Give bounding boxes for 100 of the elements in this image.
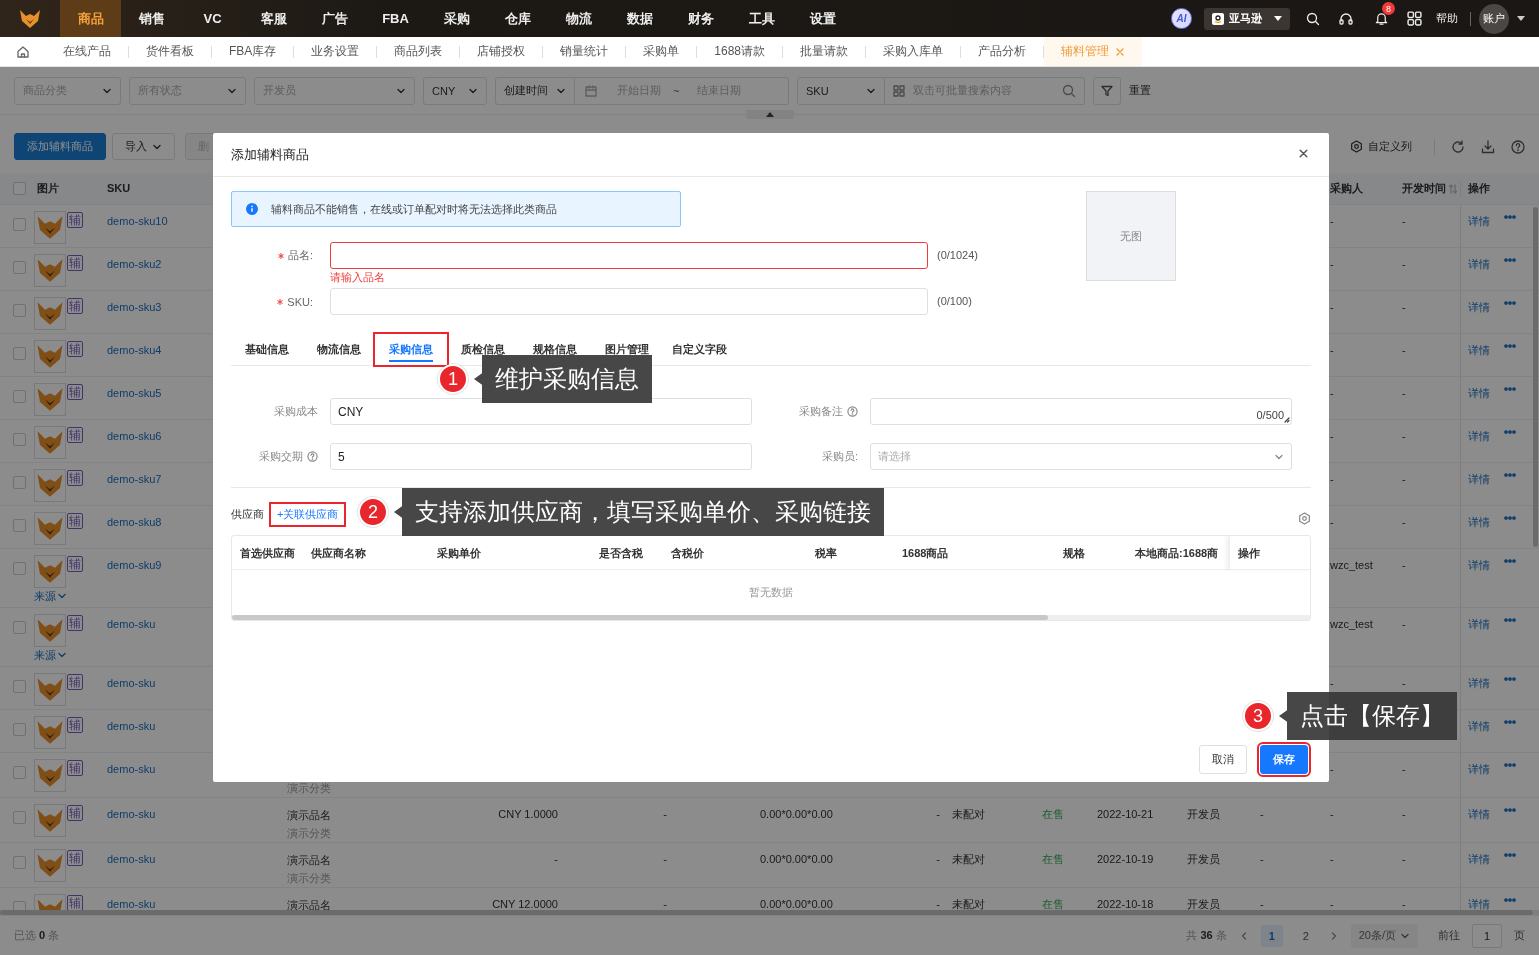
refresh-icon[interactable]	[1451, 139, 1465, 154]
row-checkbox[interactable]	[13, 856, 26, 869]
details-link[interactable]: 详情	[1468, 761, 1490, 778]
row-checkbox[interactable]	[13, 680, 26, 693]
sku-link[interactable]: demo-sku	[107, 677, 156, 689]
collapse-button[interactable]	[746, 110, 794, 119]
page-tab[interactable]: 销量统计	[543, 37, 626, 66]
details-link[interactable]: 详情	[1468, 342, 1490, 359]
details-link[interactable]: 详情	[1468, 428, 1490, 445]
more-icon[interactable]	[1504, 473, 1516, 477]
page-tab[interactable]: 产品分析	[961, 37, 1044, 66]
sku-link[interactable]: demo-sku	[107, 808, 156, 820]
page-tab[interactable]: 采购单	[626, 37, 697, 66]
caret-down-icon[interactable]	[1517, 15, 1525, 22]
more-icon[interactable]	[1504, 618, 1516, 622]
sku-link[interactable]: demo-sku8	[107, 516, 162, 528]
more-icon[interactable]	[1504, 898, 1516, 902]
nav-menu-item[interactable]: 商品	[60, 0, 121, 37]
sku-link[interactable]: demo-sku	[107, 763, 156, 775]
sku-link[interactable]: demo-sku6	[107, 430, 162, 442]
ai-button[interactable]: AI	[1171, 8, 1192, 29]
page-tab[interactable]: 辅料管理	[1044, 37, 1143, 66]
page-tab[interactable]: 在线产品	[46, 37, 128, 66]
sku-link[interactable]: demo-sku	[107, 720, 156, 732]
add-supplier-link[interactable]: +关联供应商	[269, 502, 347, 527]
close-icon[interactable]	[1298, 148, 1309, 159]
details-link[interactable]: 详情	[1468, 385, 1490, 402]
row-checkbox[interactable]	[13, 304, 26, 317]
bell-icon[interactable]	[1374, 11, 1389, 26]
search-icon[interactable]	[1306, 11, 1320, 26]
more-icon[interactable]	[1504, 720, 1516, 724]
more-icon[interactable]	[1504, 258, 1516, 262]
sku-link[interactable]: demo-sku	[107, 853, 156, 865]
date-type-select[interactable]: 创建时间	[495, 76, 575, 105]
platform-select[interactable]: 亚马逊	[1204, 7, 1290, 30]
form-tab[interactable]: 自定义字段	[663, 334, 735, 365]
page-tab[interactable]: FBA库存	[212, 37, 294, 66]
details-link[interactable]: 详情	[1468, 514, 1490, 531]
row-checkbox[interactable]	[13, 562, 26, 575]
details-link[interactable]: 详情	[1468, 213, 1490, 230]
source-link[interactable]: 来源	[34, 647, 100, 663]
more-icon[interactable]	[1504, 387, 1516, 391]
details-link[interactable]: 详情	[1468, 471, 1490, 488]
row-checkbox[interactable]	[13, 476, 26, 489]
more-icon[interactable]	[1504, 301, 1516, 305]
page-tab[interactable]: 1688请款	[697, 37, 783, 66]
scrollbar-thumb[interactable]	[1533, 207, 1538, 547]
import-button[interactable]: 导入	[112, 133, 175, 160]
row-checkbox[interactable]	[13, 723, 26, 736]
details-link[interactable]: 详情	[1468, 675, 1490, 692]
page-button[interactable]: 1	[1260, 924, 1283, 947]
row-checkbox[interactable]	[13, 218, 26, 231]
apps-grid-icon[interactable]	[1407, 11, 1422, 26]
home-icon[interactable]	[16, 44, 30, 59]
sku-link[interactable]: demo-sku	[107, 898, 156, 910]
more-icon[interactable]	[1504, 344, 1516, 348]
row-checkbox[interactable]	[13, 261, 26, 274]
row-checkbox[interactable]	[13, 621, 26, 634]
row-checkbox[interactable]	[13, 766, 26, 779]
cancel-button[interactable]: 取消	[1199, 745, 1247, 774]
row-checkbox[interactable]	[13, 390, 26, 403]
more-icon[interactable]	[1504, 215, 1516, 219]
details-link[interactable]: 详情	[1468, 806, 1490, 823]
help-icon[interactable]	[1511, 139, 1525, 154]
details-link[interactable]: 详情	[1468, 616, 1490, 633]
page-tab[interactable]: 业务设置	[294, 37, 377, 66]
page-button[interactable]: 2	[1294, 924, 1317, 947]
help-link[interactable]: 帮助	[1436, 11, 1458, 26]
download-icon[interactable]	[1481, 139, 1495, 154]
sku-link[interactable]: demo-sku10	[107, 215, 168, 227]
details-link[interactable]: 详情	[1468, 851, 1490, 868]
sku-link[interactable]: demo-sku	[107, 618, 156, 630]
more-icon[interactable]	[1504, 763, 1516, 767]
page-input[interactable]: 1	[1472, 923, 1502, 948]
page-tab[interactable]: 采购入库单	[866, 37, 961, 66]
nav-menu-item[interactable]: VC	[182, 0, 243, 37]
text-field[interactable]	[330, 242, 928, 269]
more-icon[interactable]	[1504, 559, 1516, 563]
details-link[interactable]: 详情	[1468, 557, 1490, 574]
sku-link[interactable]: demo-sku9	[107, 559, 162, 571]
select-all-checkbox[interactable]	[13, 182, 26, 195]
headset-icon[interactable]	[1338, 10, 1354, 27]
nav-menu-item[interactable]: 财务	[670, 0, 731, 37]
form-tab[interactable]: 基础信息	[231, 334, 303, 365]
account-avatar[interactable]: 账户	[1479, 3, 1509, 34]
more-icon[interactable]	[1504, 808, 1516, 812]
nav-menu-item[interactable]: 数据	[609, 0, 670, 37]
page-tab[interactable]: 店铺授权	[460, 37, 543, 66]
nav-menu-item[interactable]: 物流	[548, 0, 609, 37]
select-field[interactable]: CNY	[423, 76, 487, 105]
nav-menu-item[interactable]: 仓库	[487, 0, 548, 37]
save-button[interactable]: 保存	[1260, 745, 1308, 774]
nav-menu-item[interactable]: 采购	[426, 0, 487, 37]
details-link[interactable]: 详情	[1468, 256, 1490, 273]
image-placeholder[interactable]: 无图	[1086, 191, 1176, 281]
sku-link[interactable]: demo-sku5	[107, 387, 162, 399]
gear-icon[interactable]	[1298, 512, 1311, 525]
sku-link[interactable]: demo-sku3	[107, 301, 162, 313]
nav-menu-item[interactable]: 销售	[121, 0, 182, 37]
row-checkbox[interactable]	[13, 519, 26, 532]
